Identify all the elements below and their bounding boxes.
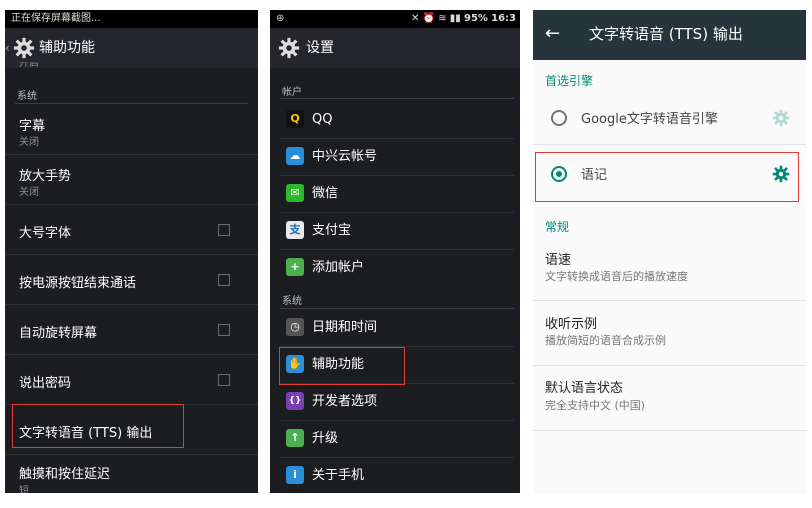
settings-item-date-time[interactable]: ◷ 日期和时间: [280, 310, 514, 347]
item-title: 按电源按钮结束通话: [19, 276, 137, 291]
alipay-icon: 支: [286, 221, 304, 239]
accessibility-screen: 正在保存屏幕截图... ‹ 辅助功能 开启 系统 字幕 关闭 放大手势 关闭 大…: [5, 10, 258, 493]
wechat-icon: ✉: [286, 184, 304, 202]
speak-passwords-checkbox[interactable]: [218, 374, 230, 386]
item-label: 日期和时间: [312, 320, 378, 335]
account-item-qq[interactable]: Q QQ: [280, 102, 514, 139]
item-subtitle: 关闭: [19, 137, 39, 148]
item-title: 说出密码: [19, 376, 72, 391]
info-icon: i: [286, 466, 304, 484]
list-item-power-ends-call[interactable]: 按电源按钮结束通话: [5, 255, 258, 305]
item-label: QQ: [312, 112, 333, 127]
item-title: 自动旋转屏幕: [19, 326, 98, 341]
pref-speech-rate[interactable]: 语速 文字转换成语音后的播放速度: [533, 240, 806, 301]
gear-icon[interactable]: [772, 109, 790, 127]
engine-item-google[interactable]: Google文字转语音引擎: [533, 92, 806, 145]
pref-subtitle: 完全支持中文 (中国): [545, 399, 646, 412]
highlight-box: [535, 152, 799, 202]
braces-icon: {}: [286, 392, 304, 410]
screenshot-status-text: 正在保存屏幕截图...: [11, 13, 101, 24]
battery-level: 95%: [464, 13, 488, 24]
page-title: 设置: [306, 40, 334, 56]
status-bar: 正在保存屏幕截图...: [5, 10, 258, 28]
item-label: 开发者选项: [312, 394, 378, 409]
item-label: 关于手机: [312, 468, 365, 483]
item-title: 大号字体: [19, 226, 72, 241]
power-ends-call-checkbox[interactable]: [218, 274, 230, 286]
gear-icon[interactable]: [13, 37, 35, 59]
pref-listen-example[interactable]: 收听示例 播放简短的语音合成示例: [533, 301, 806, 366]
large-text-checkbox[interactable]: [218, 224, 230, 236]
status-icons: ✕ ⏰ ≋ ▮▮ 95% 16:3: [411, 10, 516, 28]
qq-icon: Q: [286, 110, 304, 128]
app-bar: ← 文字转语音 (TTS) 输出: [533, 10, 806, 60]
list-item-speak-passwords[interactable]: 说出密码: [5, 355, 258, 405]
list-item-captions[interactable]: 字幕 关闭: [5, 106, 258, 155]
divider: [15, 103, 248, 104]
item-label: 升级: [312, 431, 339, 446]
pref-title: 语速: [545, 253, 572, 268]
account-item-zte-cloud[interactable]: ☁ 中兴云帐号: [280, 139, 514, 176]
list-item-touch-hold-delay[interactable]: 触摸和按住延迟 短: [5, 455, 258, 493]
notification-icon: ⊛: [276, 13, 285, 24]
add-account-item[interactable]: + 添加帐户: [280, 250, 514, 286]
settings-screen: ⊛ ✕ ⏰ ≋ ▮▮ 95% 16:3 设置 帐户 Q QQ ☁ 中兴云帐号 ✉: [270, 10, 520, 493]
upgrade-icon: ↑: [286, 429, 304, 447]
highlight-box: [279, 347, 405, 385]
cloud-icon: ☁: [286, 147, 304, 165]
item-subtitle: 关闭: [19, 187, 39, 198]
item-label: 支付宝: [312, 223, 352, 238]
account-item-alipay[interactable]: 支 支付宝: [280, 213, 514, 250]
clock-time: 16:3: [491, 13, 516, 24]
app-bar: 设置: [270, 28, 520, 68]
clipped-subtitle: 开启: [19, 62, 39, 69]
settings-item-upgrade[interactable]: ↑ 升级: [280, 421, 514, 458]
back-chevron-icon[interactable]: ‹: [5, 28, 10, 68]
status-bar: ⊛ ✕ ⏰ ≋ ▮▮ 95% 16:3: [270, 10, 520, 28]
settings-item-about-phone[interactable]: i 关于手机: [280, 458, 514, 493]
item-subtitle: 短: [19, 486, 29, 493]
divider: [280, 308, 514, 309]
highlight-box: [12, 404, 184, 448]
divider: [280, 98, 514, 99]
item-label: 中兴云帐号: [312, 149, 378, 164]
page-title: 文字转语音 (TTS) 输出: [589, 25, 743, 43]
pref-title: 收听示例: [545, 317, 598, 332]
back-arrow-icon[interactable]: ←: [545, 10, 560, 58]
item-title: 字幕: [19, 119, 46, 134]
list-item-magnification[interactable]: 放大手势 关闭: [5, 155, 258, 205]
add-icon: +: [286, 258, 304, 276]
pref-subtitle: 文字转换成语音后的播放速度: [545, 270, 688, 283]
list-item-large-text[interactable]: 大号字体: [5, 205, 258, 255]
item-title: 触摸和按住延迟: [19, 467, 111, 482]
item-label: 添加帐户: [312, 260, 365, 275]
clock-icon: ◷: [286, 318, 304, 336]
section-header-system: 系统: [17, 91, 37, 102]
alarm-icon: ⏰: [422, 13, 436, 24]
list-item-auto-rotate[interactable]: 自动旋转屏幕: [5, 305, 258, 355]
wifi-icon: ≋: [438, 13, 447, 24]
account-item-wechat[interactable]: ✉ 微信: [280, 176, 514, 213]
category-preferred-engine: 首选引擎: [545, 74, 594, 88]
pref-subtitle: 播放简短的语音合成示例: [545, 334, 666, 347]
item-label: 微信: [312, 186, 339, 201]
page-title: 辅助功能: [39, 40, 95, 56]
app-bar: ‹ 辅助功能: [5, 28, 258, 68]
engine-label: Google文字转语音引擎: [581, 112, 718, 127]
signal-icon: ▮▮: [449, 13, 461, 24]
category-general: 常规: [545, 220, 570, 234]
mute-icon: ✕: [411, 13, 420, 24]
auto-rotate-checkbox[interactable]: [218, 324, 230, 336]
radio-button[interactable]: [551, 110, 567, 126]
pref-title: 默认语言状态: [545, 381, 624, 396]
item-title: 放大手势: [19, 169, 72, 184]
pref-default-language-status[interactable]: 默认语言状态 完全支持中文 (中国): [533, 366, 806, 431]
section-header-system: 系统: [282, 296, 302, 307]
gear-icon: [278, 37, 300, 59]
settings-item-developer-options[interactable]: {} 开发者选项: [280, 384, 514, 421]
tts-output-screen: ← 文字转语音 (TTS) 输出 首选引擎 Google文字转语音引擎 语记 常: [533, 10, 806, 494]
section-header-accounts: 帐户: [282, 87, 302, 98]
